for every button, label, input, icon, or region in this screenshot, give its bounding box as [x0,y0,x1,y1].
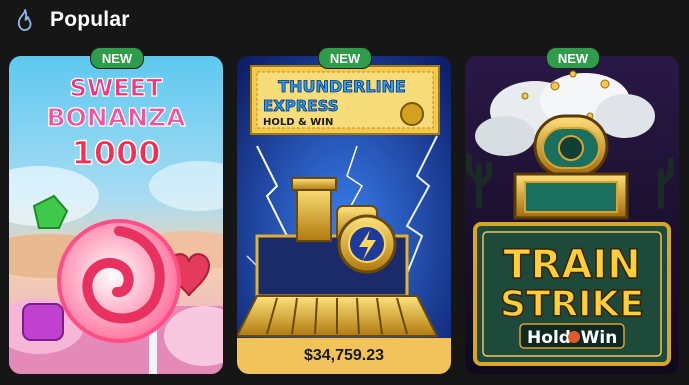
game-thumbnail: SWEET BONANZA 1000 [9,56,223,374]
game-thumbnail: TRAIN STRIKE Hold Win [465,56,679,374]
new-badge: NEW [90,47,144,69]
jackpot-amount: $34,759.23 [237,338,451,374]
logo-line-2: STRIKE [500,284,644,325]
game-card-train-strike[interactable]: TRAIN STRIKE Hold Win [465,56,679,374]
game-card-sweet-bonanza-1000[interactable]: SWEET BONANZA 1000 [9,56,223,374]
logo-line-1: THUNDERLINE [278,77,406,96]
new-badge: NEW [546,47,600,69]
logo-line-3: Hold [527,328,571,348]
logo-line-2: BONANZA [47,103,187,132]
section-title: Popular [50,8,130,31]
section-header: Popular [12,6,130,34]
logo-line-2: EXPRESS [263,97,339,115]
flame-icon [17,9,32,31]
logo-line-1: SWEET [70,74,164,102]
logo-line-3: HOLD & WIN [263,117,333,128]
new-badge: NEW [318,47,372,69]
logo-line-4: Win [581,328,618,348]
logo-line-1: TRAIN [503,242,640,288]
logo-line-3: 1000 [71,134,160,172]
game-thumbnail: THUNDERLINE EXPRESS HOLD & WIN [237,56,451,374]
game-card-thunderline-express[interactable]: THUNDERLINE EXPRESS HOLD & WIN $34,759.2… [237,56,451,374]
